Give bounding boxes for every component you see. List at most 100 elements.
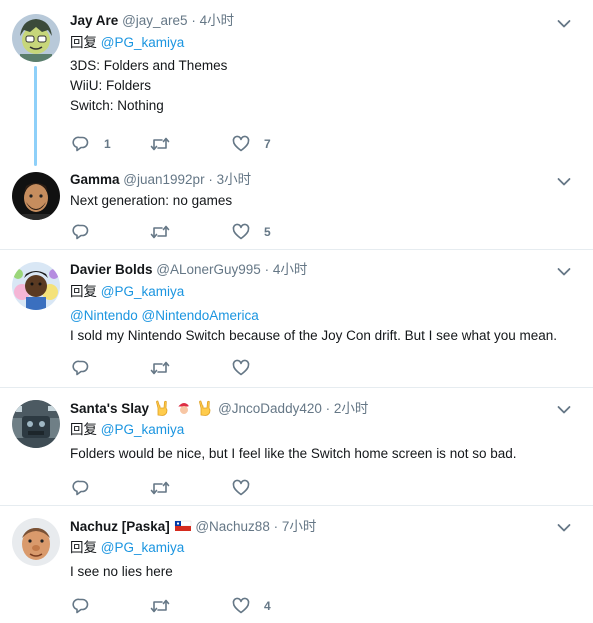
tweet-text: @Nintendo @NintendoAmerica I sold my Nin…: [70, 306, 577, 346]
avatar[interactable]: [12, 400, 60, 448]
reply-button[interactable]: [72, 478, 104, 498]
metal-hand-emoji: [199, 400, 211, 416]
user-handle[interactable]: @ALonerGuy995: [156, 262, 261, 277]
like-button[interactable]: [232, 358, 264, 378]
like-button[interactable]: 7: [232, 134, 271, 154]
separator-dot: ·: [191, 13, 196, 28]
tweet-text-line: I sold my Nintendo Switch because of the…: [70, 328, 558, 343]
timestamp[interactable]: 7小时: [282, 519, 317, 534]
reply-button[interactable]: [72, 222, 104, 242]
mention-link[interactable]: @PG_kamiya: [101, 422, 184, 437]
heart-icon: [232, 223, 250, 240]
reply-button[interactable]: [72, 596, 104, 616]
tweet[interactable]: Davier Bolds @ALonerGuy995 · 4小时 回复 @PG_…: [0, 250, 593, 387]
user-handle[interactable]: @juan1992pr: [123, 172, 204, 187]
retweet-icon: [150, 599, 170, 613]
chevron-down-icon[interactable]: [557, 405, 571, 415]
mention-link[interactable]: @Nintendo: [70, 308, 138, 323]
chevron-down-icon[interactable]: [557, 177, 571, 187]
retweet-icon: [150, 361, 170, 375]
retweet-button[interactable]: [150, 222, 184, 242]
timestamp[interactable]: 3小时: [217, 172, 252, 187]
reply-count: 1: [104, 137, 111, 151]
metal-hand-emoji: [155, 400, 168, 416]
timestamp[interactable]: 2小时: [334, 401, 369, 416]
heart-icon: [232, 597, 250, 614]
separator-dot: ·: [273, 519, 279, 534]
santa-emoji: [177, 403, 192, 415]
retweet-button[interactable]: [150, 134, 184, 154]
retweet-icon: [150, 481, 170, 495]
tweet-text-line: Switch: Nothing: [70, 98, 164, 113]
heart-icon: [232, 359, 250, 376]
chevron-down-icon[interactable]: [557, 267, 571, 277]
display-name[interactable]: Jay Are: [70, 13, 118, 28]
chevron-down-icon[interactable]: [557, 19, 571, 29]
mention-link[interactable]: @PG_kamiya: [101, 35, 184, 50]
retweet-button[interactable]: [150, 596, 184, 616]
user-handle[interactable]: @JncoDaddy420: [218, 401, 322, 416]
heart-icon: [232, 135, 250, 152]
reply-icon: [72, 598, 89, 614]
heart-icon: [232, 479, 250, 496]
avatar[interactable]: [12, 172, 60, 220]
avatar[interactable]: [12, 262, 60, 310]
tweet[interactable]: Gamma @juan1992pr · 3小时 Next generation:…: [0, 160, 593, 249]
reply-icon: [72, 136, 89, 152]
display-name[interactable]: Davier Bolds: [70, 262, 153, 277]
reply-icon: [72, 480, 89, 496]
tweet-text: Folders would be nice, but I feel like t…: [70, 444, 577, 464]
chevron-down-icon[interactable]: [557, 523, 571, 533]
chile-flag-emoji: [174, 520, 191, 531]
display-name[interactable]: Gamma: [70, 172, 120, 187]
avatar[interactable]: [12, 14, 60, 62]
retweet-button[interactable]: [150, 358, 184, 378]
reply-button[interactable]: 1: [72, 134, 111, 154]
like-button[interactable]: 4: [232, 596, 271, 616]
avatar[interactable]: [12, 518, 60, 566]
reply-button[interactable]: [72, 358, 104, 378]
tweet[interactable]: Nachuz [Paska] @Nachuz88 · 7小时 回复 @PG_ka…: [0, 506, 593, 623]
tweet-text-line: 3DS: Folders and Themes: [70, 58, 228, 73]
reply-icon: [72, 224, 89, 240]
user-handle[interactable]: @jay_are5: [122, 13, 188, 28]
separator-dot: ·: [325, 401, 331, 416]
reply-label: 回复: [70, 284, 97, 299]
tweet-text: 3DS: Folders and Themes WiiU: Folders Sw…: [70, 56, 577, 116]
mention-row: @Nintendo @NintendoAmerica: [70, 306, 577, 326]
reply-label: 回复: [70, 35, 97, 50]
tweet-text-line: Next generation: no games: [70, 193, 233, 208]
reply-label: 回复: [70, 422, 97, 437]
display-name[interactable]: Santa's Slay: [70, 401, 149, 416]
tweet-text-line: WiiU: Folders: [70, 78, 152, 93]
tweet-text: I see no lies here: [70, 562, 577, 582]
mention-link[interactable]: @PG_kamiya: [101, 284, 184, 299]
tweet-text-line: I see no lies here: [70, 564, 173, 579]
timestamp[interactable]: 4小时: [273, 262, 308, 277]
like-button[interactable]: [232, 478, 264, 498]
mention-link[interactable]: @NintendoAmerica: [142, 308, 259, 323]
like-button[interactable]: 5: [232, 222, 271, 242]
tweet[interactable]: Santa's Slay @JncoDaddy420 · 2小时 回复 @PG_…: [0, 388, 593, 505]
tweet-text: Next generation: no games: [70, 191, 577, 211]
separator-dot: ·: [208, 172, 213, 187]
reply-context: 回复 @PG_kamiya: [70, 421, 577, 439]
user-handle[interactable]: @Nachuz88: [195, 519, 270, 534]
display-name[interactable]: Nachuz [Paska]: [70, 519, 170, 534]
reply-context: 回复 @PG_kamiya: [70, 34, 577, 52]
tweet-text-line: Folders would be nice, but I feel like t…: [70, 446, 517, 461]
reply-context: 回复 @PG_kamiya: [70, 283, 577, 301]
like-count: 7: [264, 137, 271, 151]
mention-link[interactable]: @PG_kamiya: [101, 540, 184, 555]
retweet-icon: [150, 225, 170, 239]
reply-context: 回复 @PG_kamiya: [70, 539, 577, 557]
reply-label: 回复: [70, 540, 97, 555]
retweet-button[interactable]: [150, 478, 184, 498]
retweet-icon: [150, 137, 170, 151]
timestamp[interactable]: 4小时: [200, 13, 235, 28]
tweet[interactable]: Jay Are @jay_are5 · 4小时 回复 @PG_kamiya 3D…: [0, 0, 593, 166]
separator-dot: ·: [264, 262, 270, 277]
thread-line: [34, 66, 37, 166]
reply-icon: [72, 360, 89, 376]
like-count: 5: [264, 225, 271, 239]
